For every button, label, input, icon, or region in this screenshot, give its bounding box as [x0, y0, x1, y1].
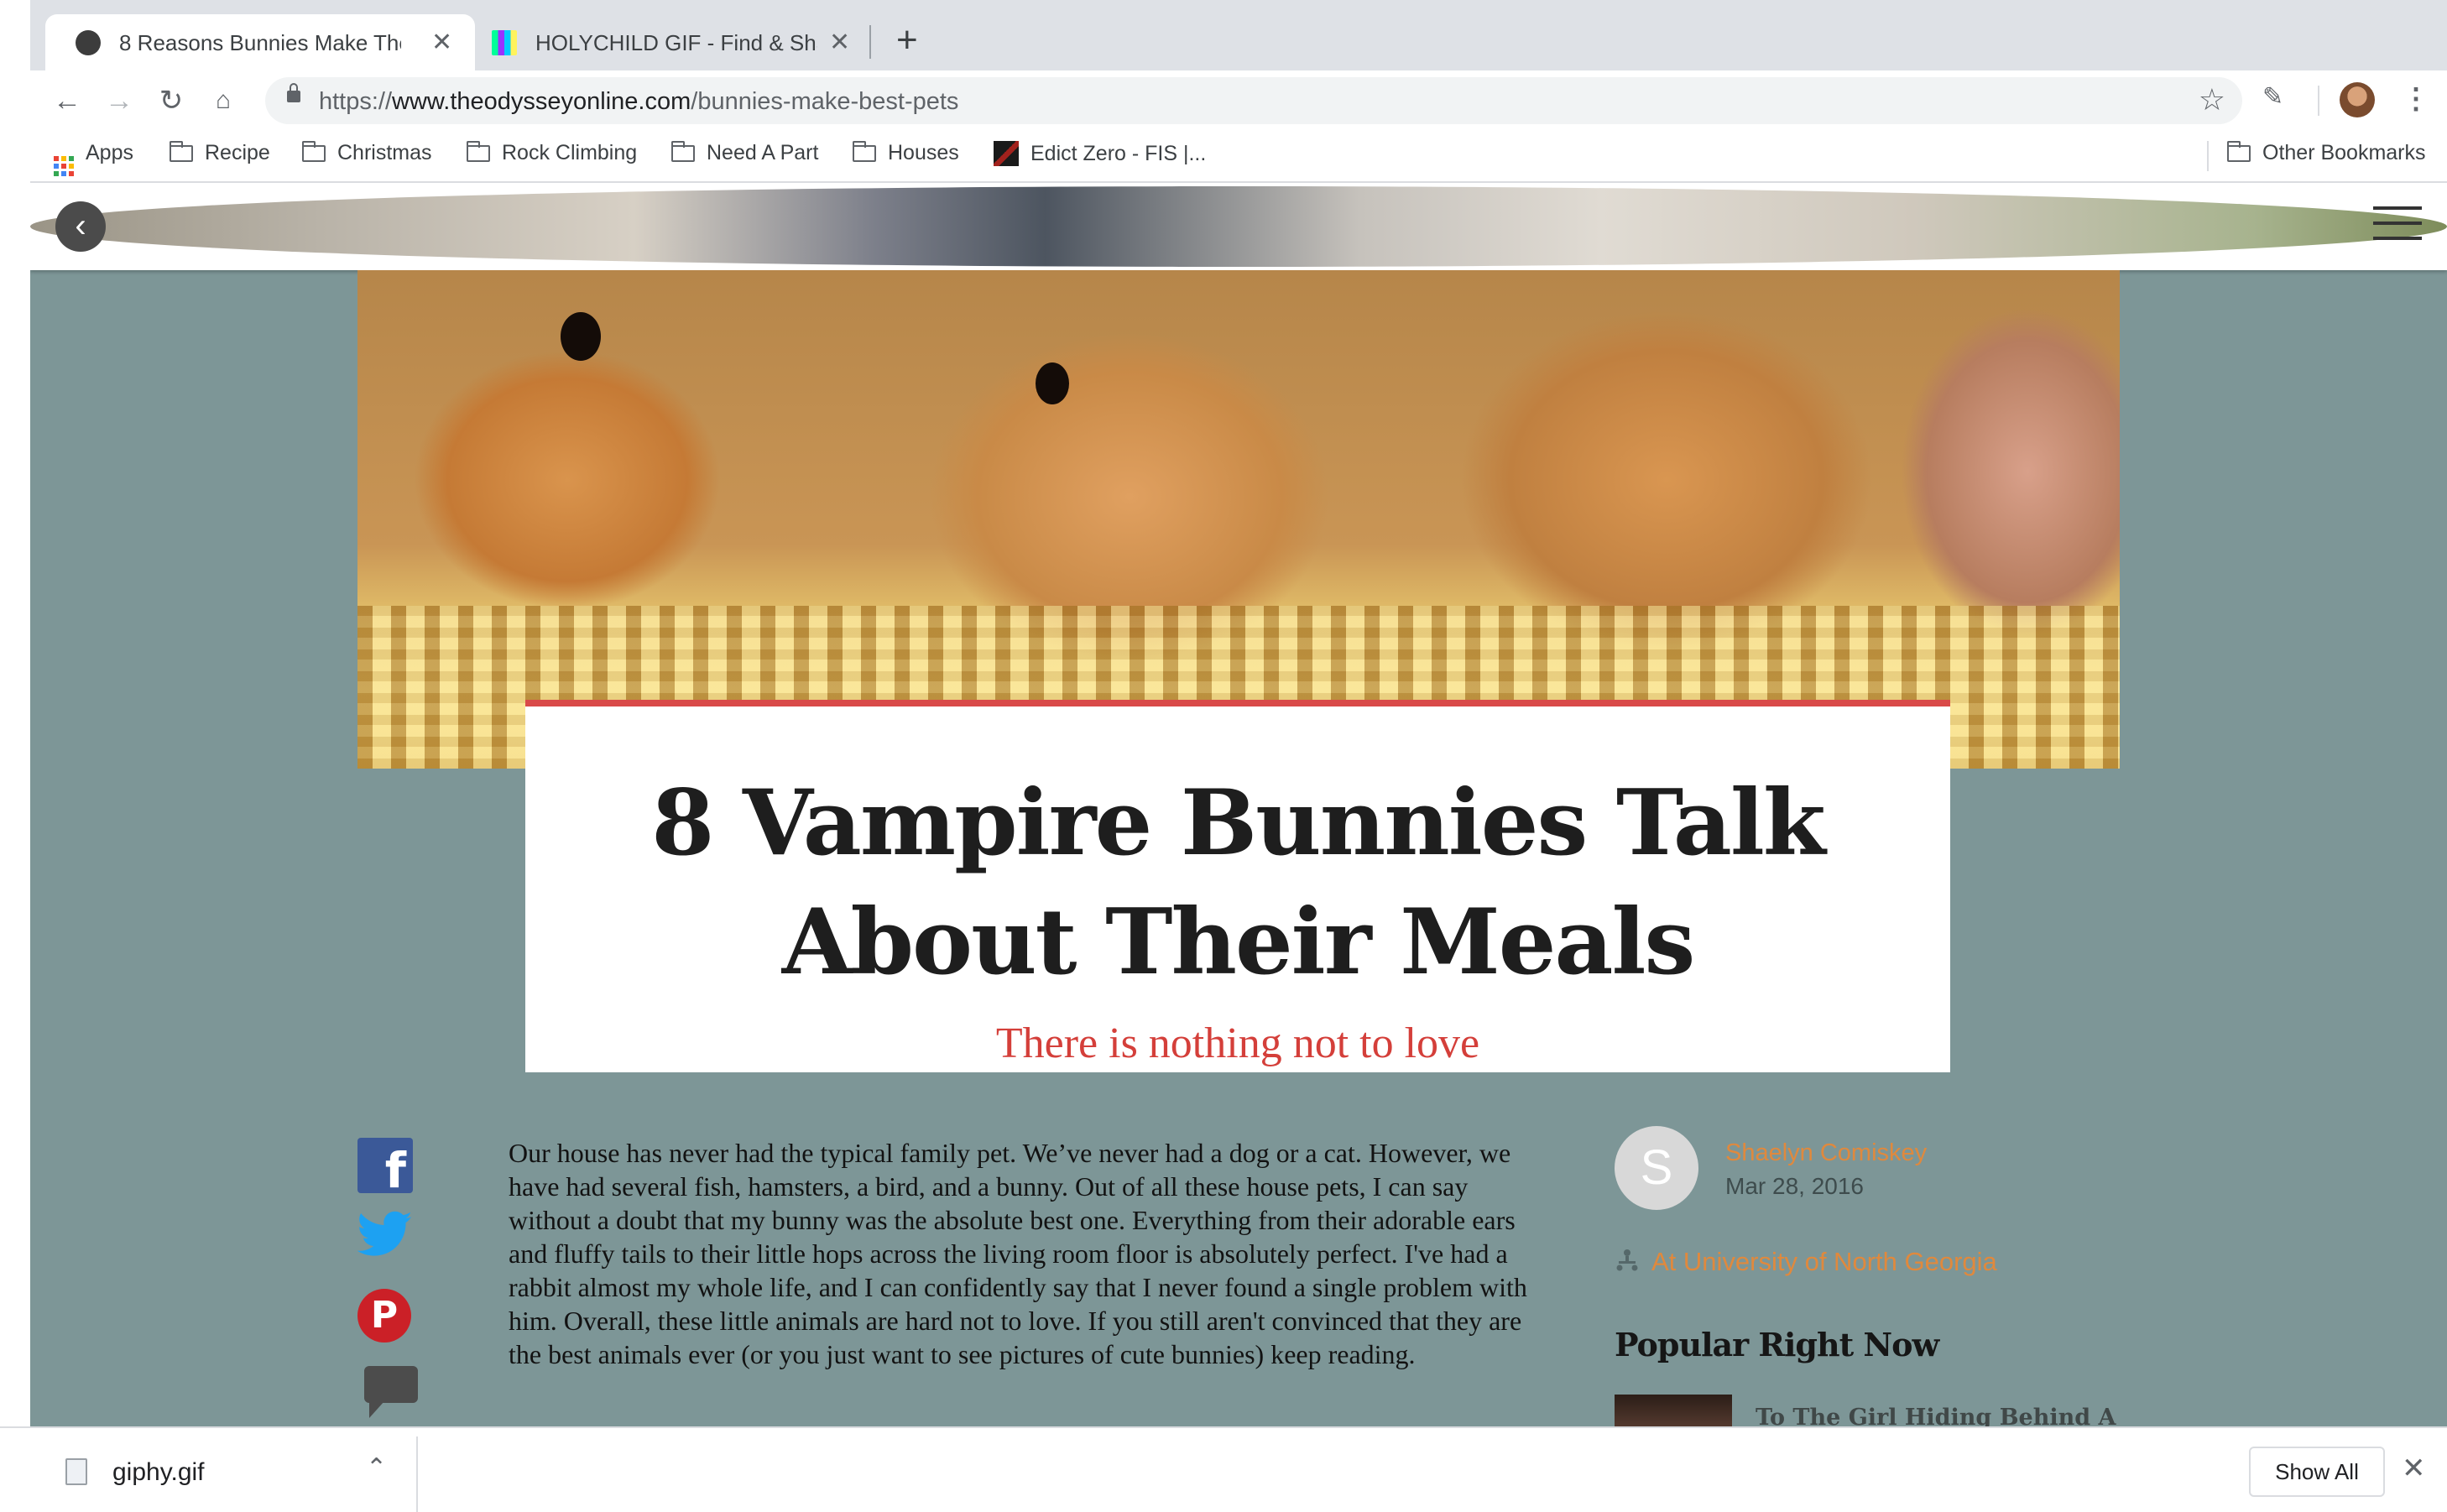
bookmark-edict-zero[interactable]: Edict Zero - FIS |...	[994, 141, 1206, 166]
toolbar-divider	[2318, 86, 2319, 116]
twitter-share-icon[interactable]	[357, 1210, 413, 1259]
url-host: www.theodysseyonline.com	[392, 88, 691, 115]
bookmark-label: Edict Zero - FIS |...	[1030, 142, 1207, 165]
back-arrow-icon[interactable]: ←	[49, 82, 86, 119]
bookmark-label: Apps	[86, 141, 133, 164]
article-title-card: 8 Vampire Bunnies Talk About Their Meals…	[525, 700, 1950, 1072]
bookmark-star-icon[interactable]: ☆	[2199, 82, 2225, 117]
chevron-up-icon[interactable]: ⌃	[366, 1453, 387, 1483]
folder-icon	[467, 141, 490, 162]
bookmark-houses[interactable]: Houses	[853, 141, 959, 165]
article-title-line: About Their Meals	[781, 889, 1696, 995]
tab-title: 8 Reasons Bunnies Make The B	[119, 30, 401, 55]
folder-icon	[170, 141, 193, 162]
url-path: /bunnies-make-best-pets	[691, 88, 959, 115]
site-header: ‹	[30, 183, 2447, 270]
url-text[interactable]: https://www.theodysseyonline.com/bunnies…	[319, 88, 958, 116]
giphy-favicon-icon	[492, 30, 517, 55]
publish-date: Mar 28, 2016	[1725, 1173, 1864, 1199]
bookmark-label: Rock Climbing	[502, 141, 638, 164]
community-link[interactable]: At University of North Georgia	[1651, 1247, 1997, 1277]
pinterest-share-icon[interactable]: P	[357, 1289, 411, 1343]
download-divider	[416, 1436, 418, 1512]
edict-zero-favicon-icon	[994, 141, 1019, 166]
url-protocol: https://	[319, 88, 393, 115]
hamburger-menu-icon[interactable]	[2373, 206, 2422, 243]
folder-icon	[671, 141, 695, 162]
bookmarks-bar: Apps Recipe Christmas Rock Climbing Need…	[30, 131, 2447, 183]
bunny-eye	[1036, 362, 1069, 404]
site-logo-icon[interactable]: ‹	[55, 201, 106, 252]
web-page: ‹ 8 Vampire Bunnies Talk About Their Mea…	[30, 183, 2447, 1426]
profile-avatar[interactable]	[2340, 82, 2375, 117]
article-body-text: Our house has never had the typical fami…	[509, 1138, 1527, 1369]
bookmark-need-a-part[interactable]: Need A Part	[671, 141, 818, 165]
comment-icon[interactable]	[364, 1366, 418, 1418]
tab-strip: 8 Reasons Bunnies Make The B ✕ HOLYCHILD…	[30, 0, 2447, 70]
facebook-share-icon[interactable]: f	[357, 1138, 413, 1199]
home-icon[interactable]: ⌂	[205, 82, 242, 119]
community-icon	[1616, 1249, 1638, 1271]
close-icon[interactable]: ✕	[829, 28, 850, 57]
folder-icon	[302, 141, 326, 162]
bookmark-christmas[interactable]: Christmas	[302, 141, 432, 165]
tab-separator	[869, 25, 871, 59]
tab-title: HOLYCHILD GIF - Find & Share	[535, 30, 817, 55]
lock-icon	[287, 83, 300, 102]
odyssey-favicon-icon	[76, 30, 101, 55]
new-tab-button[interactable]: +	[896, 22, 918, 59]
author-avatar[interactable]: S	[1615, 1126, 1698, 1210]
eyedropper-extension-icon[interactable]: ✎	[2262, 82, 2283, 112]
reload-icon[interactable]: ↻	[153, 82, 190, 119]
bookmark-label: Recipe	[205, 141, 270, 164]
hero-image-bunnies	[357, 270, 2120, 769]
folder-icon	[853, 141, 876, 162]
popular-thumbnail[interactable]	[1615, 1395, 1732, 1426]
bookmark-other[interactable]: Other Bookmarks	[2227, 141, 2426, 165]
show-all-button[interactable]: Show All	[2249, 1447, 2385, 1497]
author-name-link[interactable]: Shaelyn Comiskey	[1725, 1139, 1927, 1167]
article-title-line: 8 Vampire Bunnies Talk	[651, 770, 1825, 876]
bookmark-rock-climbing[interactable]: Rock Climbing	[467, 141, 637, 165]
popular-heading: Popular Right Now	[1615, 1326, 1939, 1363]
browser-toolbar: ← → ↻ ⌂ https://www.theodysseyonline.com…	[30, 70, 2447, 131]
bookmarks-divider	[2207, 141, 2209, 171]
bookmark-label: Need A Part	[707, 141, 819, 164]
bookmark-label: Houses	[888, 141, 959, 164]
folder-icon	[2227, 141, 2251, 162]
close-icon[interactable]: ✕	[2402, 1452, 2426, 1485]
more-menu-icon[interactable]: ⋮	[2402, 82, 2430, 116]
download-shelf: giphy.gif ⌃ Show All ✕	[0, 1426, 2447, 1512]
file-icon	[65, 1458, 87, 1485]
close-icon[interactable]: ✕	[431, 28, 452, 57]
popular-article-link[interactable]: To The Girl Hiding Behind A	[1756, 1405, 2116, 1426]
article-title: 8 Vampire Bunnies Talk About Their Meals	[525, 764, 1950, 1002]
bookmark-label: Christmas	[337, 141, 432, 164]
apps-grid-icon	[54, 156, 74, 176]
forward-arrow-icon[interactable]: →	[101, 82, 138, 119]
bookmark-apps[interactable]: Apps	[54, 141, 133, 176]
tab-bunnies[interactable]: 8 Reasons Bunnies Make The B ✕	[45, 14, 475, 70]
tab-holychild[interactable]: HOLYCHILD GIF - Find & Share ✕	[462, 14, 868, 70]
address-bar[interactable]: https://www.theodysseyonline.com/bunnies…	[265, 77, 2242, 124]
bookmark-label: Other Bookmarks	[2262, 141, 2426, 164]
download-filename[interactable]: giphy.gif	[112, 1458, 205, 1487]
article-subtitle: There is nothing not to love	[995, 1019, 1480, 1067]
header-background-image	[30, 186, 2447, 267]
bunny-eye	[561, 312, 601, 361]
bookmark-recipe[interactable]: Recipe	[170, 141, 270, 165]
